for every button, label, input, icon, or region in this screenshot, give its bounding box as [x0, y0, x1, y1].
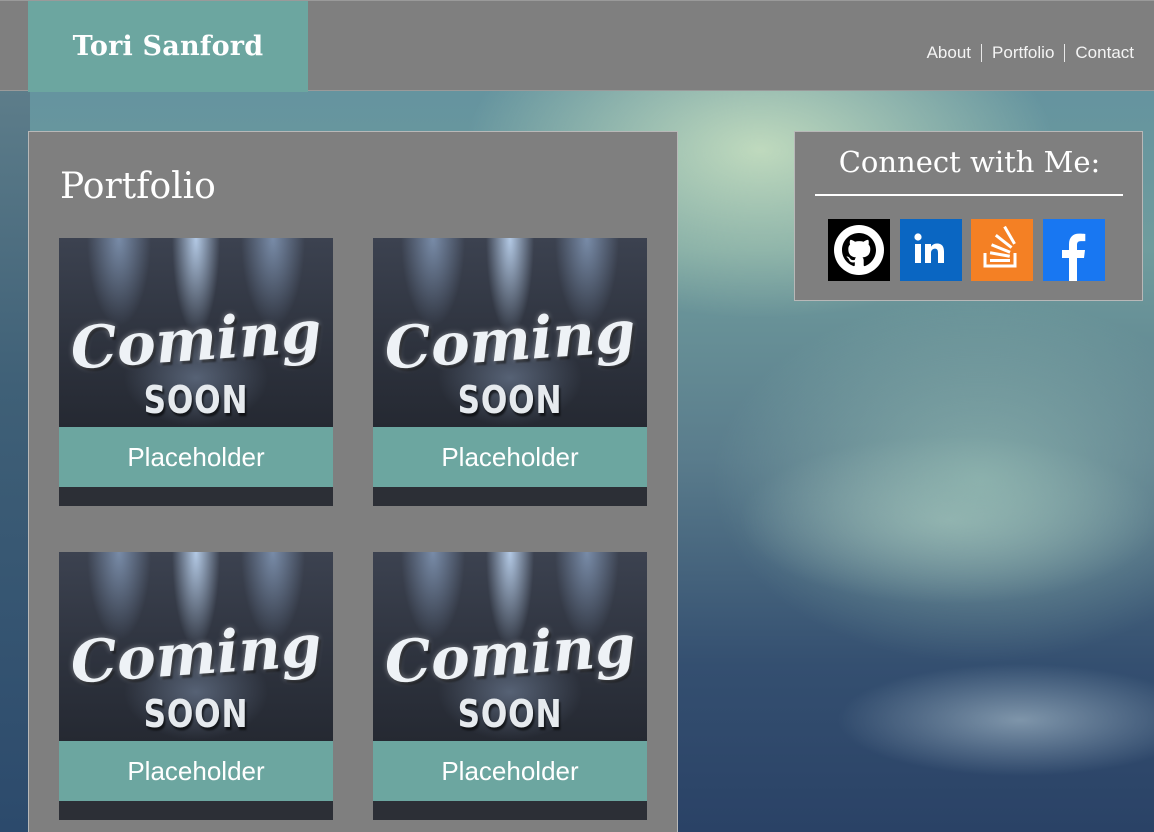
- stackoverflow-icon: [971, 219, 1033, 281]
- portfolio-section: Portfolio Coming SOON Placeholder Coming…: [28, 131, 678, 832]
- card-caption: Placeholder: [373, 741, 647, 801]
- nav-contact-link[interactable]: Contact: [1065, 43, 1144, 63]
- portfolio-card-4[interactable]: Coming SOON Placeholder: [373, 552, 647, 820]
- brand-name: Tori Sanford: [72, 31, 264, 62]
- portfolio-heading: Portfolio: [60, 166, 216, 207]
- background-edge: [0, 91, 30, 832]
- coming-soon-subtext: SOON: [457, 692, 563, 736]
- coming-soon-subtext: SOON: [143, 378, 249, 422]
- brand-block[interactable]: Tori Sanford: [28, 1, 308, 92]
- main-nav: About Portfolio Contact: [917, 43, 1144, 63]
- linkedin-icon: [900, 219, 962, 281]
- coming-soon-image: Coming SOON: [373, 552, 647, 741]
- facebook-icon: [1043, 219, 1105, 281]
- facebook-link[interactable]: [1043, 219, 1105, 281]
- github-icon: [828, 219, 890, 281]
- linkedin-link[interactable]: [900, 219, 962, 281]
- stackoverflow-link[interactable]: [971, 219, 1033, 281]
- portfolio-card-1[interactable]: Coming SOON Placeholder: [59, 238, 333, 506]
- card-caption: Placeholder: [59, 741, 333, 801]
- portfolio-card-2[interactable]: Coming SOON Placeholder: [373, 238, 647, 506]
- card-caption: Placeholder: [373, 427, 647, 487]
- site-header: Tori Sanford About Portfolio Contact: [0, 0, 1154, 92]
- coming-soon-image: Coming SOON: [373, 238, 647, 427]
- coming-soon-subtext: SOON: [457, 378, 563, 422]
- portfolio-card-3[interactable]: Coming SOON Placeholder: [59, 552, 333, 820]
- coming-soon-image: Coming SOON: [59, 552, 333, 741]
- coming-soon-script: Coming: [68, 611, 324, 697]
- card-caption: Placeholder: [59, 427, 333, 487]
- nav-about-link[interactable]: About: [917, 43, 981, 63]
- connect-section: Connect with Me:: [794, 131, 1143, 301]
- connect-divider: [815, 194, 1123, 196]
- coming-soon-script: Coming: [382, 611, 638, 697]
- connect-heading: Connect with Me:: [838, 145, 1101, 179]
- nav-portfolio-link[interactable]: Portfolio: [982, 43, 1064, 63]
- coming-soon-image: Coming SOON: [59, 238, 333, 427]
- coming-soon-subtext: SOON: [143, 692, 249, 736]
- coming-soon-script: Coming: [68, 297, 324, 383]
- github-link[interactable]: [828, 219, 890, 281]
- coming-soon-script: Coming: [382, 297, 638, 383]
